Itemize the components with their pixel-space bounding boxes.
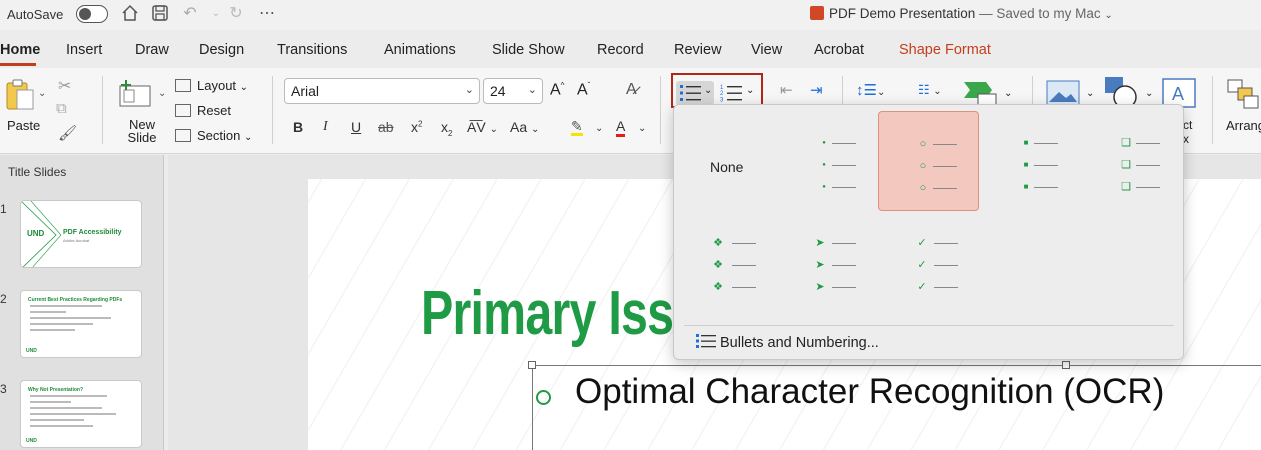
list-icon (696, 333, 716, 353)
columns-icon[interactable]: ☷ ⌄ (918, 82, 942, 98)
document-title[interactable]: PDF Demo Presentation — Saved to my Mac … (810, 6, 1113, 21)
tab-insert[interactable]: Insert (66, 42, 102, 58)
tab-slide-show[interactable]: Slide Show (492, 42, 565, 58)
tab-animations[interactable]: Animations (384, 42, 456, 58)
section-title[interactable]: Title Slides (8, 165, 66, 179)
character-spacing-icon[interactable]: A͞V ⌄ (467, 119, 498, 135)
home-icon[interactable] (120, 4, 140, 24)
arrange-label: Arrang (1226, 118, 1261, 133)
bullet-option-hollow-square[interactable]: ❑ ❑ ❑ (1080, 111, 1181, 211)
more-icon[interactable]: ⋯ (257, 4, 277, 24)
menu-divider (684, 325, 1174, 326)
line-spacing-icon[interactable]: ↕☰⌄ (856, 81, 885, 99)
bullet-option-diamond[interactable]: ❖ ❖ ❖ (676, 217, 777, 317)
paste-options-chevron[interactable]: ⌄ (38, 88, 46, 99)
tab-transitions[interactable]: Transitions (277, 42, 347, 58)
picture-chevron[interactable]: ⌄ (1086, 88, 1094, 99)
decrease-indent-icon[interactable]: ⇤ (780, 81, 793, 99)
new-slide-icon[interactable] (118, 80, 154, 111)
tab-acrobat[interactable]: Acrobat (814, 42, 864, 58)
tab-home[interactable]: Home (0, 42, 40, 66)
font-color-icon[interactable]: A (616, 119, 626, 137)
font-name-combo[interactable]: Arial ⌄ (284, 78, 480, 104)
layout-button[interactable]: Layout ⌄ (175, 78, 248, 93)
tab-shape-format[interactable]: Shape Format (899, 42, 991, 58)
tab-design[interactable]: Design (199, 42, 244, 58)
bold-icon[interactable]: B (293, 119, 303, 135)
svg-text:A: A (1172, 84, 1184, 104)
new-slide-chevron[interactable]: ⌄ (158, 88, 166, 99)
slide-thumbnail-2[interactable]: Current Best Practices Regarding PDFs UN… (20, 290, 142, 358)
title-bar: AutoSave ↶ ⌄ ↻ ⋯ PDF Demo Presentation —… (0, 0, 1261, 30)
undo-dropdown-icon[interactable]: ⌄ (206, 4, 226, 24)
redo-icon[interactable]: ↻ (226, 4, 246, 24)
subscript-icon[interactable]: x2 (441, 119, 452, 138)
ribbon-tabs: Home Insert Draw Design Transitions Anim… (0, 36, 1261, 66)
bullets-dropdown-menu: None ● ● ● ○ ○ ○ ■ ■ ■ ❑ ❑ ❑ ❖ ❖ ❖ ➤ ➤ ➤… (673, 104, 1184, 360)
new-slide-label[interactable]: New Slide (127, 118, 157, 144)
save-icon[interactable] (150, 4, 170, 24)
format-painter-icon[interactable]: 🖌 (58, 124, 77, 142)
bullet-text[interactable]: Optimal Character Recognition (OCR) (575, 372, 1164, 412)
change-case-icon[interactable]: Aa ⌄ (510, 119, 539, 135)
powerpoint-icon (810, 6, 824, 20)
highlight-icon[interactable]: ✎ (571, 119, 583, 136)
undo-icon[interactable]: ↶ (180, 4, 200, 24)
reset-button[interactable]: Reset (175, 103, 231, 118)
slide-number: 2 (0, 292, 7, 306)
bullet-option-small-dot[interactable]: ● ● ● (778, 111, 879, 211)
autosave-toggle[interactable] (76, 5, 108, 23)
tab-review[interactable]: Review (674, 42, 722, 58)
bullet-option-checkmark[interactable]: ✓ ✓ ✓ (878, 217, 979, 317)
bullet-option-arrow[interactable]: ➤ ➤ ➤ (778, 217, 879, 317)
hollow-circle-bullet-icon (536, 390, 551, 405)
tab-record[interactable]: Record (597, 42, 644, 58)
slide-thumbnail-3[interactable]: Why Not Presentation? UND (20, 380, 142, 448)
slide-thumbnail-1[interactable]: UND PDF Accessibility Adobe Acrobat (20, 200, 142, 268)
slide-thumbnails-panel: Title Slides 1 UND PDF Accessibility Ado… (0, 155, 164, 450)
bullet-option-hollow-circle[interactable]: ○ ○ ○ (878, 111, 979, 211)
und-logo: UND (27, 229, 45, 238)
slide-number: 1 (0, 202, 7, 216)
copy-icon[interactable]: ⧉ (56, 100, 67, 117)
tab-view[interactable]: View (751, 42, 782, 58)
highlight-chevron[interactable]: ⌄ (595, 123, 603, 134)
resize-handle[interactable] (1062, 361, 1070, 369)
resize-handle[interactable] (528, 361, 536, 369)
textbox-label: ct x (1183, 118, 1193, 146)
slide-title[interactable]: Primary Iss (421, 278, 674, 349)
shapes-chevron[interactable]: ⌄ (1145, 88, 1153, 99)
bullet-option-none[interactable]: None (676, 111, 777, 211)
font-size-combo[interactable]: 24 ⌄ (483, 78, 543, 104)
paste-icon[interactable] (4, 78, 36, 115)
paste-label: Paste (7, 118, 41, 133)
tab-draw[interactable]: Draw (135, 42, 169, 58)
superscript-icon[interactable]: x2 (411, 119, 422, 135)
bullets-and-numbering-item[interactable]: Bullets and Numbering... (696, 333, 879, 353)
arrange-icon[interactable] (1226, 78, 1260, 113)
clear-formatting-icon[interactable]: A̷ (626, 81, 637, 99)
decrease-font-icon[interactable]: Aˇ (577, 81, 590, 99)
font-color-chevron[interactable]: ⌄ (638, 123, 646, 134)
slide-number: 3 (0, 382, 7, 396)
bullets-highlight-box (671, 73, 763, 108)
smartart-chevron[interactable]: ⌄ (1004, 88, 1012, 99)
increase-font-icon[interactable]: A^ (550, 81, 564, 99)
section-button[interactable]: Section ⌄ (175, 128, 252, 143)
increase-indent-icon[interactable]: ⇥ (810, 81, 823, 99)
cut-icon[interactable]: ✂ (58, 76, 71, 96)
bullet-option-filled-square[interactable]: ■ ■ ■ (980, 111, 1081, 211)
underline-icon[interactable]: U (351, 119, 361, 135)
italic-icon[interactable]: I (323, 119, 328, 135)
strikethrough-icon[interactable]: ab (378, 119, 394, 135)
autosave-label: AutoSave (7, 7, 64, 22)
